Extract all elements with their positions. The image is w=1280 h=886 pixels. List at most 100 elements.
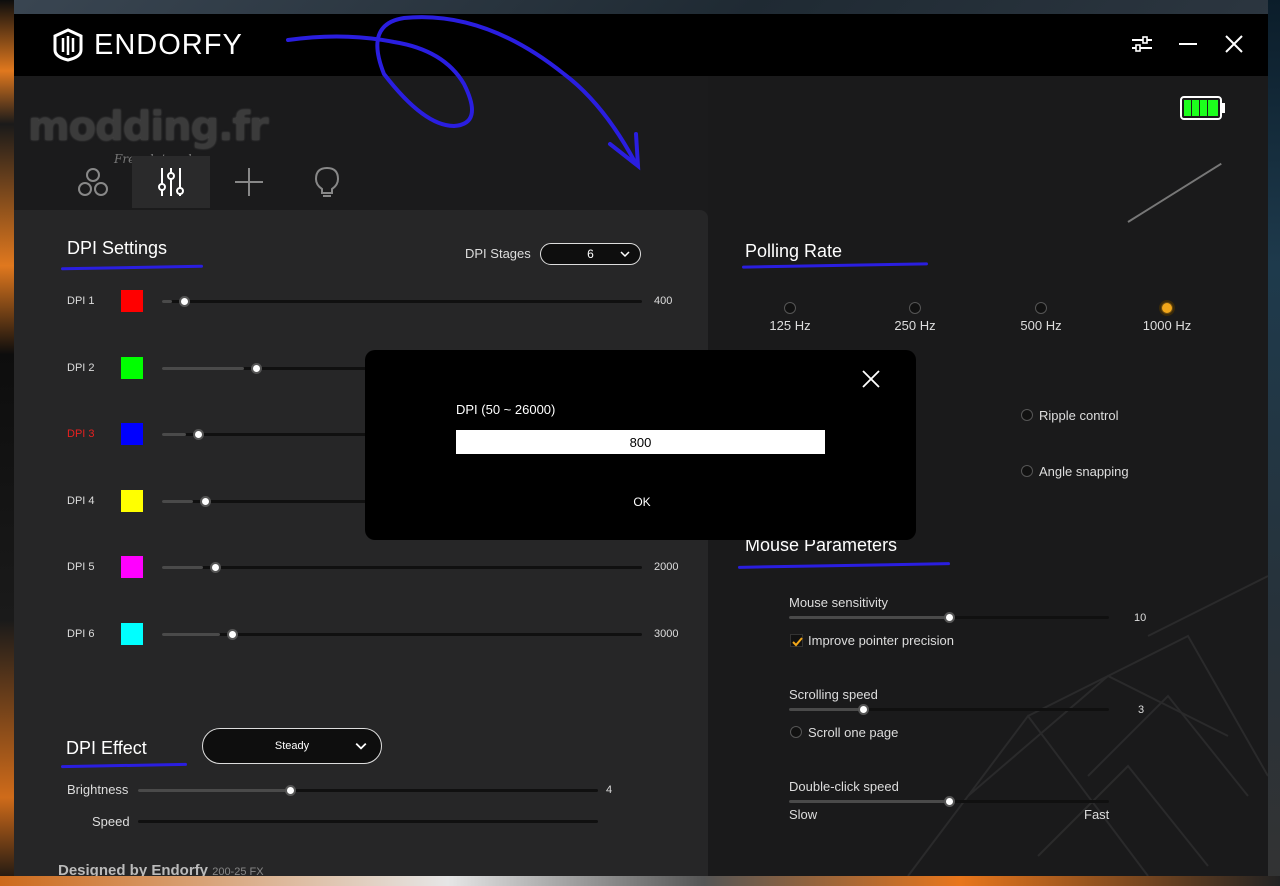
dpi-row: DPI 1 400 [14, 290, 708, 314]
mouse-sensitivity-label: Mouse sensitivity [789, 595, 888, 610]
brand-name: ENDORFY [94, 28, 243, 61]
dpi-stage-value: 2000 [654, 561, 679, 573]
dpi-stage-label[interactable]: DPI 6 [67, 628, 95, 640]
speed-label: Speed [92, 814, 130, 829]
app-window: ENDORFY modding.fr French touch [14, 14, 1268, 876]
dpi-slider-fill [162, 566, 203, 569]
dpi-stages-value: 6 [587, 247, 594, 261]
dpi-color-swatch[interactable] [121, 556, 143, 578]
dpi-effect-value: Steady [274, 740, 310, 752]
dpi-color-swatch[interactable] [121, 357, 143, 379]
polling-rate-label: 125 Hz [769, 318, 811, 333]
dpi-slider-fill [162, 633, 220, 636]
polling-rate-radio[interactable] [784, 302, 796, 314]
dpi-effect-select[interactable]: Steady [202, 728, 382, 764]
dpi-stage-label[interactable]: DPI 3 [67, 428, 95, 440]
fast-label: Fast [1084, 807, 1110, 822]
watermark-text: modding.fr [28, 104, 269, 150]
mouse-sensitivity-knob[interactable] [944, 612, 955, 623]
dpi-color-swatch[interactable] [121, 490, 143, 512]
double-click-knob[interactable] [944, 796, 955, 807]
close-icon[interactable] [860, 368, 882, 390]
dpi-stage-label[interactable]: DPI 2 [67, 362, 95, 374]
chevron-down-icon [620, 251, 630, 258]
minimize-icon[interactable] [1176, 32, 1200, 56]
polling-rate-radio[interactable] [1035, 302, 1047, 314]
dpi-slider[interactable] [162, 629, 642, 640]
scrolling-speed-value: 3 [1138, 704, 1145, 716]
dpi-range-label: DPI (50 ~ 26000) [456, 402, 556, 417]
dpi-color-swatch[interactable] [121, 290, 143, 312]
mouse-sensitivity-fill [789, 616, 949, 619]
scrolling-speed-slider[interactable] [789, 704, 1109, 715]
double-click-label: Double-click speed [789, 779, 899, 794]
dpi-slider-knob[interactable] [209, 562, 221, 573]
mouse-sensitivity-slider[interactable] [789, 612, 1109, 623]
dpi-slider-knob[interactable] [193, 429, 204, 440]
mouse-sensitivity-value: 10 [1134, 612, 1147, 624]
dpi-color-swatch[interactable] [121, 423, 143, 445]
polling-rate-label: 250 Hz [894, 318, 936, 333]
tab-profiles[interactable] [54, 156, 132, 208]
dpi-effect-title: DPI Effect [66, 738, 147, 758]
polling-rate-radio[interactable] [909, 302, 921, 314]
endorfy-logo-icon [53, 28, 83, 62]
lightbulb-icon [314, 166, 340, 197]
double-click-fill [789, 800, 949, 803]
tab-macros[interactable] [210, 156, 288, 208]
dpi-stage-label[interactable]: DPI 4 [67, 495, 95, 507]
pointer-precision-checkbox[interactable] [790, 634, 803, 647]
checkmark-icon [792, 637, 803, 647]
dpi-row: DPI 5 2000 [14, 556, 708, 580]
settings-sliders-icon[interactable] [1130, 32, 1154, 56]
polling-rate-title: Polling Rate [745, 241, 843, 261]
dpi-slider-knob[interactable] [200, 496, 212, 507]
close-icon[interactable] [1222, 32, 1246, 56]
chevron-down-icon [355, 742, 367, 750]
dpi-stages-label: DPI Stages [465, 246, 531, 261]
speed-slider[interactable] [138, 820, 598, 823]
dpi-stage-value: 400 [654, 295, 673, 307]
dpi-slider-knob[interactable] [178, 296, 190, 307]
battery-icon [1180, 96, 1226, 120]
dpi-slider-fill [162, 300, 172, 303]
window-controls [1130, 32, 1246, 56]
scrolling-speed-label: Scrolling speed [789, 687, 878, 702]
dpi-value-input[interactable] [456, 430, 825, 454]
dpi-settings-title: DPI Settings [67, 238, 168, 258]
nav-tabs [54, 156, 366, 208]
dpi-slider[interactable] [162, 296, 642, 307]
dpi-slider-knob[interactable] [250, 363, 262, 374]
scroll-one-page-toggle[interactable] [790, 726, 802, 738]
dpi-color-swatch[interactable] [121, 623, 143, 645]
dpi-slider-fill [162, 500, 194, 503]
desktop-background-right [1268, 0, 1280, 886]
double-click-slider[interactable] [789, 796, 1109, 807]
footer-version: 200-25 FX [212, 866, 264, 876]
dpi-stage-value: 3000 [654, 628, 679, 640]
dpi-slider-fill [162, 367, 244, 370]
desktop-background-bottom [0, 876, 1280, 886]
polling-rate-label: 1000 Hz [1142, 318, 1192, 333]
ok-button[interactable]: OK [620, 492, 664, 512]
desktop-background-left [0, 0, 14, 886]
tab-settings[interactable] [132, 156, 210, 208]
brightness-slider-knob[interactable] [284, 785, 296, 796]
dpi-slider-knob[interactable] [226, 629, 238, 640]
dpi-stage-label[interactable]: DPI 5 [67, 561, 95, 573]
dpi-stages-select[interactable]: 6 [540, 243, 641, 265]
sliders-icon [158, 168, 184, 196]
dpi-stage-label[interactable]: DPI 1 [67, 295, 95, 307]
brand-logo: ENDORFY [52, 28, 243, 62]
footer-credit: Designed by Endorfy 200-25 FX [58, 862, 264, 876]
tab-lighting[interactable] [288, 156, 366, 208]
polling-rate-radio[interactable] [1161, 302, 1173, 314]
brightness-slider-fill [138, 789, 290, 792]
ripple-control-toggle[interactable] [1021, 409, 1033, 421]
angle-snapping-toggle[interactable] [1021, 465, 1033, 477]
scrolling-speed-knob[interactable] [857, 704, 869, 715]
slow-label: Slow [789, 807, 818, 822]
title-bar: ENDORFY [14, 14, 1268, 76]
brightness-slider[interactable] [138, 785, 598, 796]
dpi-slider[interactable] [162, 562, 642, 573]
